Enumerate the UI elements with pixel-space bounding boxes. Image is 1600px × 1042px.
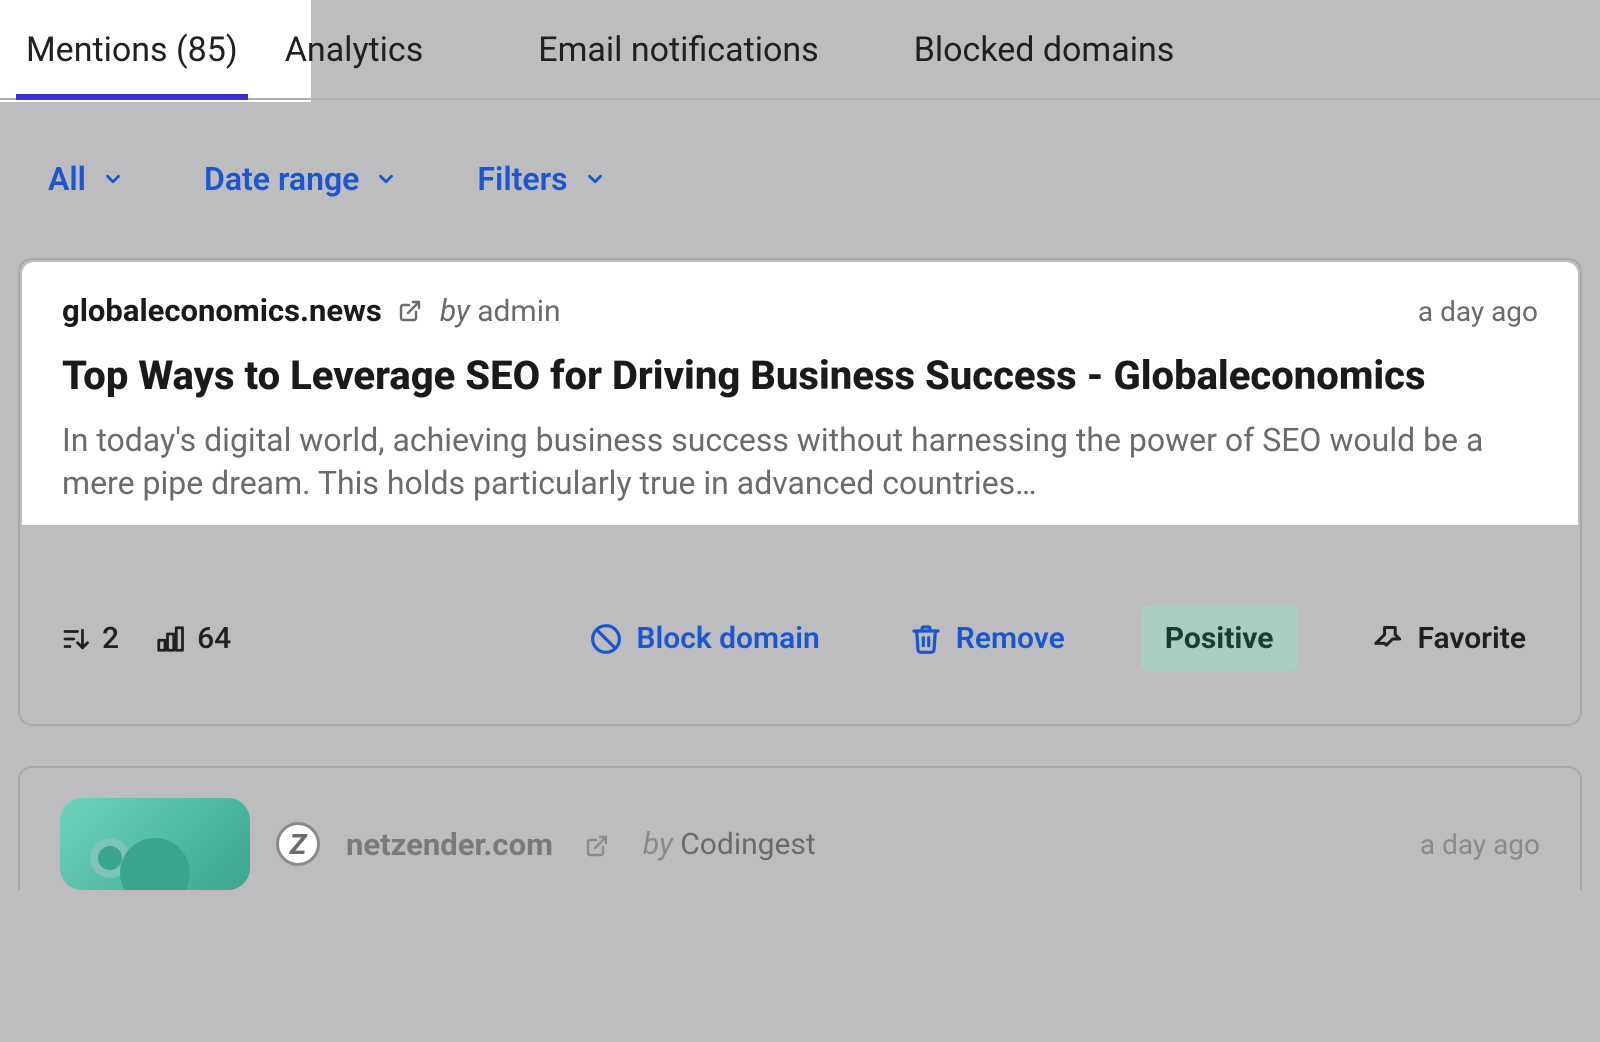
- mention-source-row: globaleconomics.news by admin a day ago: [62, 292, 1538, 329]
- chevron-down-icon: [584, 168, 606, 190]
- traffic-value: 64: [197, 621, 231, 656]
- mention-byline: by Codingest: [643, 827, 816, 862]
- sort-down-icon: [60, 624, 90, 654]
- mention-domain[interactable]: globaleconomics.news: [62, 292, 382, 329]
- filter-filters-label: Filters: [477, 160, 567, 198]
- mention-domain[interactable]: netzender.com: [346, 826, 553, 863]
- sort-count-stat: 2: [60, 621, 119, 656]
- bar-chart-icon: [155, 624, 185, 654]
- mention-timeago: a day ago: [1418, 295, 1538, 328]
- mention-card: globaleconomics.news by admin a day ago …: [18, 258, 1582, 726]
- tab-email-notifications[interactable]: Email notifications: [532, 22, 824, 98]
- mention-actions-row: 2 64 Block domain Remove Positive Favori…: [20, 525, 1580, 724]
- external-link-icon[interactable]: [398, 299, 422, 323]
- mention-author: Codingest: [680, 827, 815, 862]
- tabs-bar: Mentions (85) Analytics Email notificati…: [0, 0, 1600, 100]
- filter-date-range-label: Date range: [204, 160, 359, 198]
- tab-blocked-domains[interactable]: Blocked domains: [908, 22, 1181, 98]
- by-label: by: [440, 294, 470, 329]
- tab-mentions-label: Mentions (85): [26, 30, 238, 70]
- block-domain-label: Block domain: [636, 621, 819, 656]
- mention-card: Z netzender.com by Codingest a day ago: [18, 766, 1582, 890]
- chevron-down-icon: [102, 168, 124, 190]
- favorite-button[interactable]: Favorite: [1360, 611, 1541, 666]
- filter-all-dropdown[interactable]: All: [48, 160, 124, 198]
- filter-filters-dropdown[interactable]: Filters: [477, 160, 605, 198]
- traffic-stat: 64: [155, 621, 231, 656]
- tab-blocked-domains-label: Blocked domains: [914, 30, 1175, 70]
- mention-thumbnail: [60, 798, 250, 890]
- chevron-down-icon: [375, 168, 397, 190]
- mention-byline: by admin: [440, 294, 561, 329]
- pin-icon: [1374, 624, 1404, 654]
- filters-row: All Date range Filters: [0, 100, 1600, 258]
- tab-mentions[interactable]: Mentions (85): [20, 22, 244, 98]
- mention-card-highlighted-region: globaleconomics.news by admin a day ago …: [22, 262, 1578, 525]
- favicon-letter: Z: [290, 828, 307, 861]
- block-icon: [590, 623, 622, 655]
- tab-email-notifications-label: Email notifications: [538, 30, 818, 70]
- filter-date-range-dropdown[interactable]: Date range: [204, 160, 397, 198]
- favorite-label: Favorite: [1418, 621, 1527, 656]
- tab-analytics[interactable]: Analytics: [279, 22, 430, 98]
- remove-button[interactable]: Remove: [896, 611, 1079, 666]
- external-link-icon[interactable]: [585, 834, 609, 858]
- mention-title[interactable]: Top Ways to Leverage SEO for Driving Bus…: [62, 351, 1538, 401]
- mention-timeago: a day ago: [1420, 828, 1540, 861]
- trash-icon: [910, 623, 942, 655]
- sort-count-value: 2: [102, 621, 119, 656]
- favicon: Z: [276, 822, 320, 866]
- mention-excerpt: In today's digital world, achieving busi…: [62, 419, 1538, 505]
- filter-all-label: All: [48, 160, 86, 198]
- by-label: by: [643, 827, 673, 862]
- sentiment-badge[interactable]: Positive: [1141, 605, 1298, 672]
- tab-analytics-label: Analytics: [285, 30, 424, 70]
- remove-label: Remove: [956, 621, 1065, 656]
- mention-author: admin: [477, 294, 560, 329]
- block-domain-button[interactable]: Block domain: [576, 611, 833, 666]
- sentiment-label: Positive: [1165, 621, 1274, 656]
